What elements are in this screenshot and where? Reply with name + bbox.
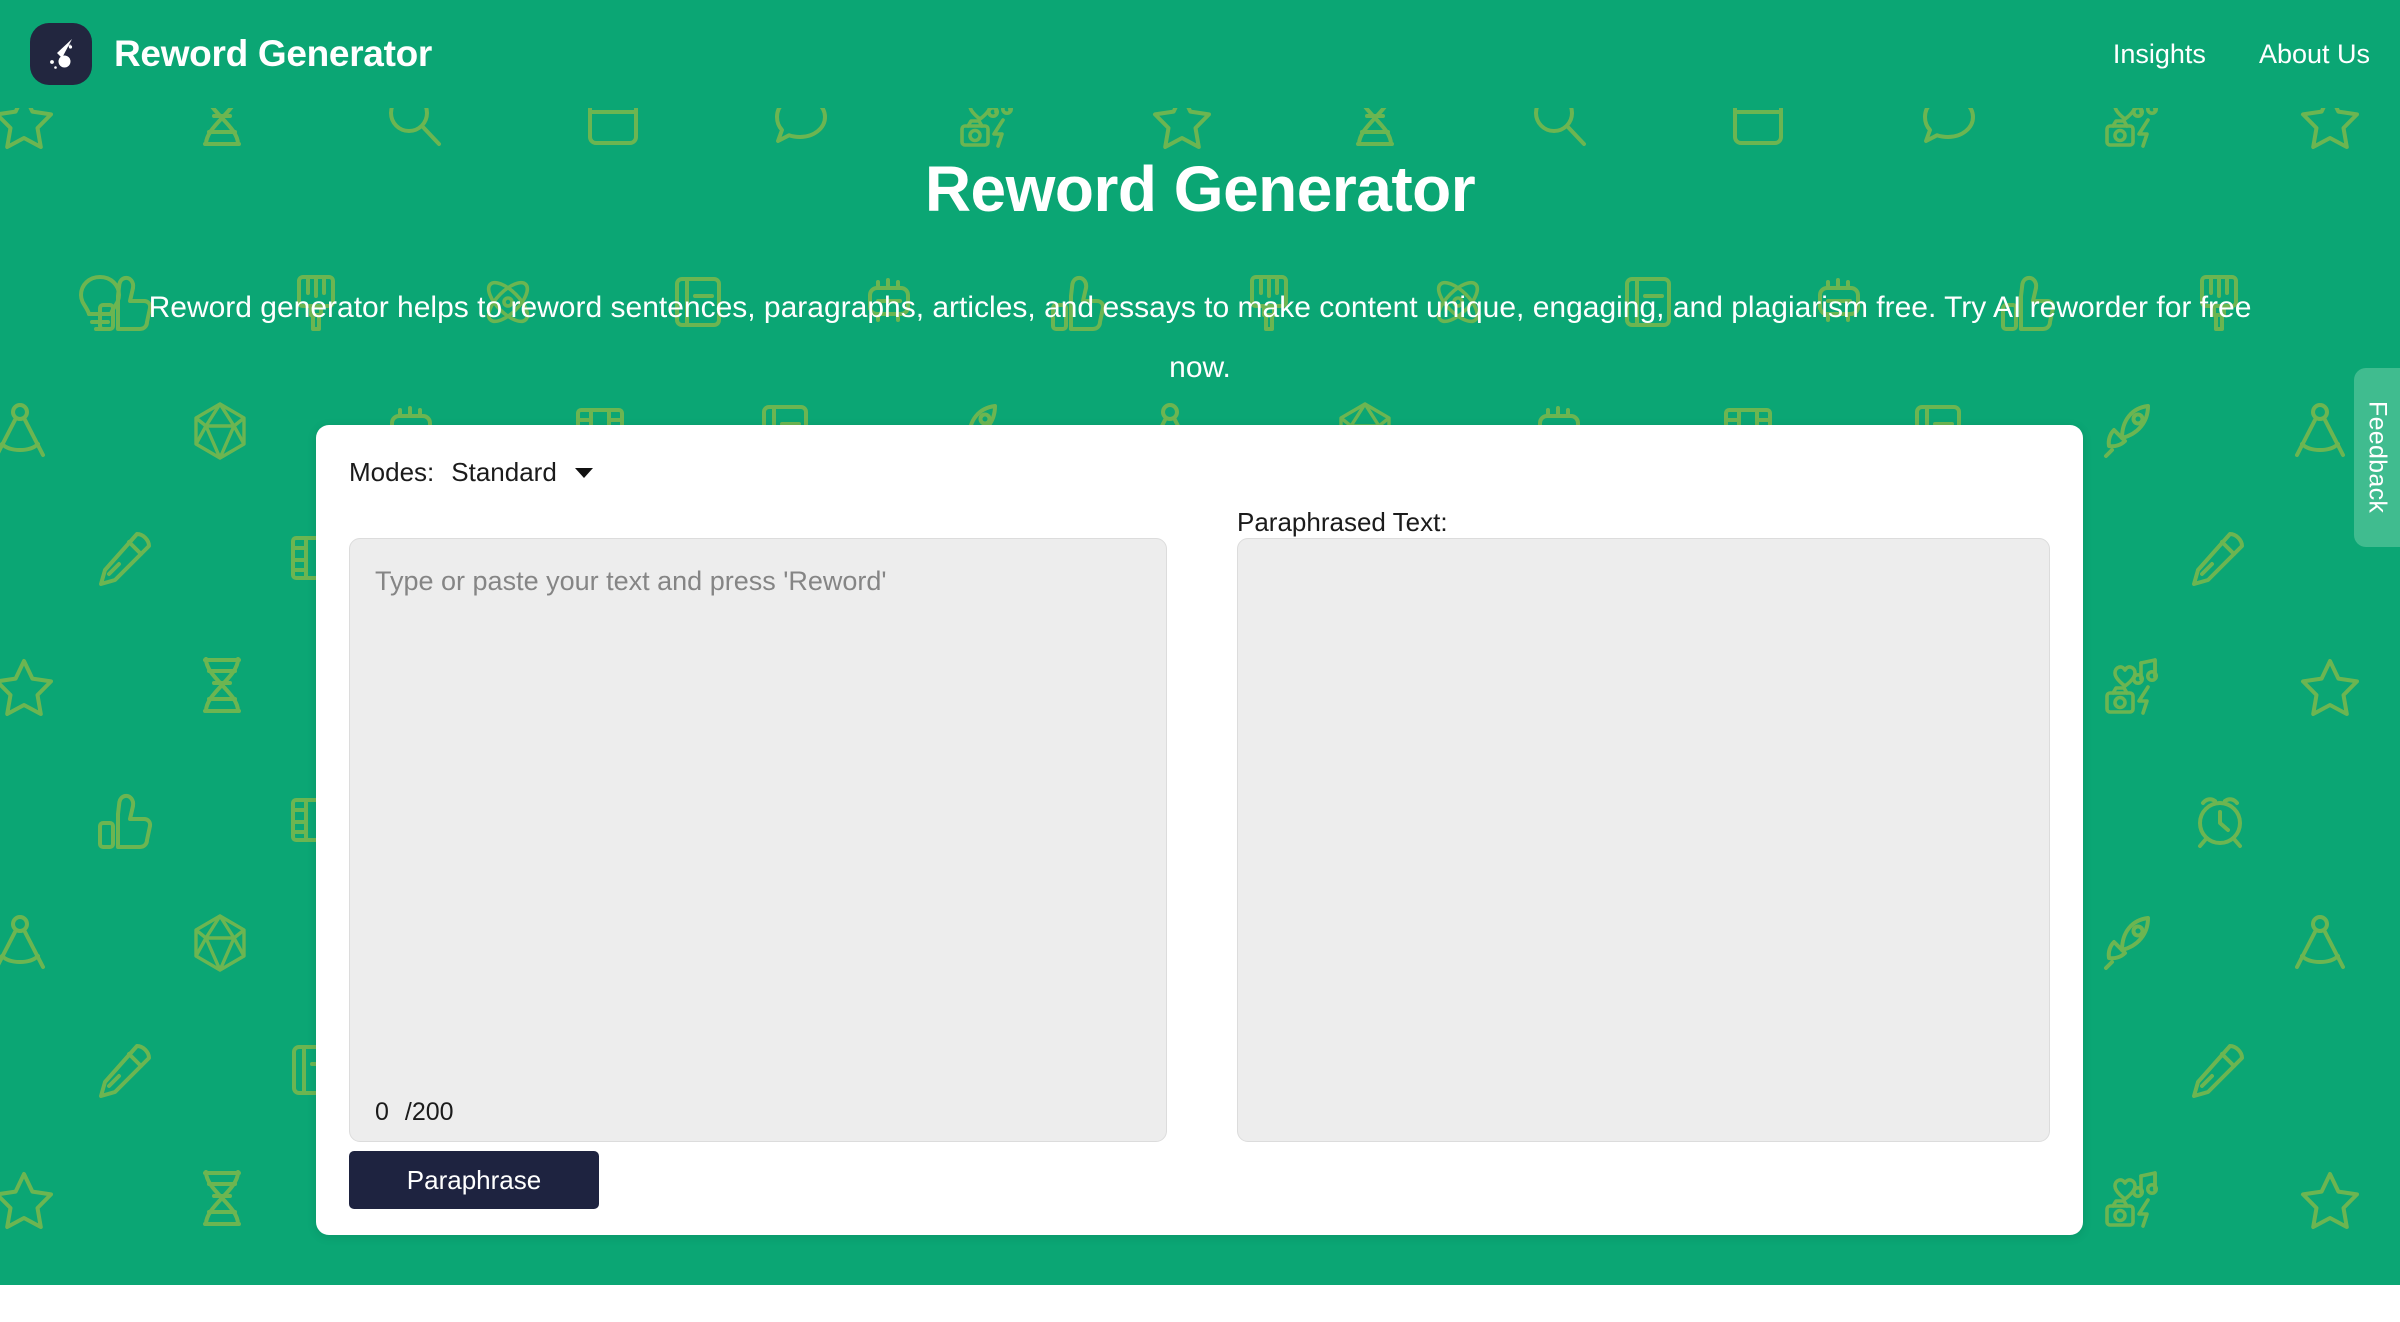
hero-subtitle: Reword generator helps to reword sentenc… (148, 291, 2252, 384)
brand-title: Reword Generator (114, 33, 432, 74)
brand-logo-link[interactable]: Reword Generator (30, 23, 432, 85)
chevron-down-icon (574, 467, 593, 478)
feedback-tab-label: Feedback (2363, 401, 2392, 514)
source-text-placeholder: Type or paste your text and press 'Rewor… (375, 566, 887, 596)
page-root: Reword Generator Reword generator helps … (0, 0, 2400, 1322)
paraphrased-text-area[interactable] (1237, 538, 2050, 1142)
site-header: Reword Generator Insights About Us (0, 0, 2400, 108)
main-nav: Insights About Us (2113, 39, 2370, 70)
modes-label: Modes: (349, 457, 435, 487)
hero-section: Reword Generator Reword generator helps … (0, 0, 2400, 1285)
mode-select[interactable]: Standard (451, 457, 593, 488)
page-title: Reword Generator (924, 153, 1476, 225)
character-counter: 0 /200 (375, 1098, 454, 1127)
source-text-area[interactable]: Type or paste your text and press 'Rewor… (349, 538, 1167, 1142)
comet-icon (30, 23, 92, 85)
paraphrase-button[interactable]: Paraphrase (349, 1151, 599, 1209)
reword-tool-card: Modes: Standard Type or paste your text … (316, 425, 2083, 1235)
feedback-tab[interactable]: Feedback (2354, 368, 2400, 547)
character-limit: /200 (404, 1098, 454, 1126)
output-label: Paraphrased Text: (1237, 507, 1448, 537)
character-count: 0 (375, 1098, 389, 1126)
modes-row: Modes: Standard (349, 457, 593, 488)
nav-link-insights[interactable]: Insights (2113, 39, 2206, 70)
nav-link-about-us[interactable]: About Us (2259, 39, 2370, 70)
mode-select-value: Standard (451, 457, 557, 487)
